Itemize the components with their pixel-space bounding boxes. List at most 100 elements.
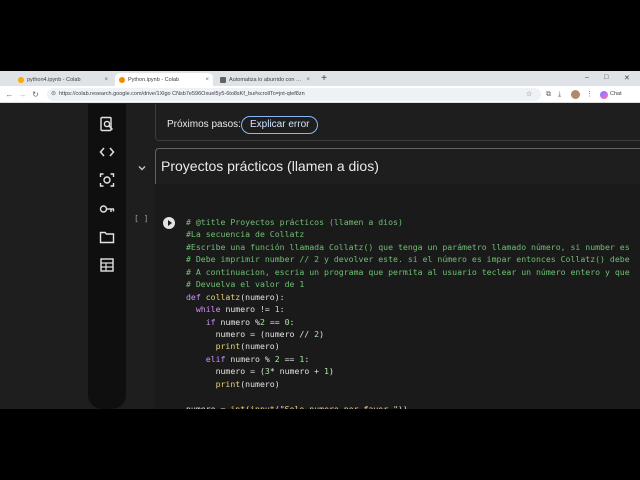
maximize-button[interactable]: □	[604, 74, 608, 81]
code-line[interactable]	[186, 390, 640, 402]
code-token: print	[215, 341, 241, 352]
code-line[interactable]: while numero != 1:	[186, 303, 640, 315]
code-token: ==	[279, 353, 300, 364]
search-code-icon[interactable]	[99, 116, 115, 132]
address-bar[interactable]: ⊜ https://colab.research.google.com/driv…	[47, 88, 541, 101]
new-tab-button[interactable]: +	[318, 73, 330, 85]
code-line[interactable]: # Devuelva el valor de 1	[186, 278, 640, 290]
colab-favicon-icon	[18, 76, 24, 83]
profile-avatar[interactable]	[571, 90, 580, 99]
chevron-down-icon[interactable]	[137, 160, 147, 171]
run-cell-button[interactable]	[163, 217, 175, 229]
code-token: #Escribe una función llamada Collatz() q…	[186, 241, 630, 252]
cell-execution-count: [ ]	[134, 214, 149, 223]
site-info-icon[interactable]: ⊜	[51, 88, 56, 101]
code-brackets-icon[interactable]	[99, 144, 115, 160]
code-token: if	[205, 316, 221, 327]
colab-app: Próximos pasos: Explicar error Proyectos…	[0, 104, 640, 409]
tab-label: python4.ipynb - Colab	[27, 76, 81, 83]
bookmark-star-icon[interactable]: ☆	[526, 90, 532, 99]
code-token: def	[186, 291, 206, 302]
minimize-button[interactable]: –	[585, 74, 589, 81]
extensions-icon[interactable]: ⧉	[546, 90, 551, 99]
code-token: # Debe imprimir number // 2 y devolver e…	[186, 254, 630, 265]
colab-favicon-icon	[119, 76, 125, 83]
code-token: (numero)	[240, 341, 280, 352]
code-token: numero %	[230, 353, 275, 364]
close-tab-icon[interactable]: ×	[306, 77, 310, 83]
code-token: :	[289, 316, 295, 327]
downloads-icon[interactable]: ⤓	[558, 90, 561, 99]
section-header[interactable]: Proyectos prácticos (llamen a dios)	[127, 148, 640, 409]
url-text: https://colab.research.google.com/drive/…	[59, 91, 305, 97]
browser-tab-active[interactable]: Python.ipynb - Colab ×	[115, 73, 213, 86]
code-line[interactable]: if numero %2 == 0:	[186, 316, 640, 328]
browser-tab[interactable]: python4.ipynb - Colab ×	[14, 73, 112, 86]
browser-tab[interactable]: Automatiza lo aburrido con Pytho ×	[216, 73, 314, 86]
code-line[interactable]: # @title Proyectos prácticos (llamen a d…	[186, 216, 640, 228]
code-cell[interactable]: # @title Proyectos prácticos (llamen a d…	[155, 184, 640, 409]
table-icon[interactable]	[99, 257, 115, 273]
code-token: #La secuencia de Collatz	[186, 229, 305, 240]
code-token: "Solo numero por favor "	[279, 403, 399, 409]
left-rail	[0, 104, 88, 409]
code-token: print	[215, 378, 241, 389]
notebook-area: Próximos pasos: Explicar error Proyectos…	[127, 104, 640, 409]
close-tab-icon[interactable]: ×	[205, 77, 209, 83]
code-token: numero %	[220, 316, 260, 327]
browser-tab-strip: python4.ipynb - Colab × Python.ipynb - C…	[0, 71, 640, 86]
colab-sidebar	[88, 104, 126, 409]
code-token: )	[328, 366, 334, 377]
code-token: collatz	[205, 291, 241, 302]
code-token: # @title Proyectos prácticos (llamen a d…	[186, 217, 403, 227]
code-line[interactable]: print(numero)	[186, 378, 640, 390]
next-steps-bar: Próximos pasos: Explicar error	[155, 104, 640, 141]
book-favicon-icon	[220, 76, 226, 83]
folder-icon[interactable]	[99, 229, 115, 245]
code-token: int	[230, 403, 246, 409]
key-icon[interactable]	[99, 201, 115, 217]
code-line[interactable]: #Escribe una función llamada Collatz() q…	[186, 241, 640, 253]
code-line[interactable]: # Debe imprimir number // 2 y devolver e…	[186, 253, 640, 265]
code-token: (numero):	[240, 291, 285, 302]
explain-error-button[interactable]: Explicar error	[241, 116, 319, 134]
code-line[interactable]: def collatz(numero):	[186, 291, 640, 303]
code-line[interactable]: numero = (numero // 2)	[186, 328, 640, 340]
code-line[interactable]: elif numero % 2 == 1:	[186, 353, 640, 365]
chat-label: Chat	[610, 91, 622, 97]
next-steps-label: Próximos pasos:	[167, 119, 241, 130]
code-token: input	[250, 403, 275, 409]
chat-button[interactable]: Chat	[600, 89, 622, 100]
close-tab-icon[interactable]: ×	[104, 77, 108, 83]
code-editor[interactable]: # @title Proyectos prácticos (llamen a d…	[186, 216, 640, 409]
code-token: numero = (numero //	[186, 328, 315, 339]
code-line[interactable]: numero = (3* numero + 1)	[186, 365, 640, 377]
close-window-button[interactable]: ✕	[624, 74, 630, 82]
variables-icon[interactable]	[99, 172, 115, 188]
code-line[interactable]: # A continuacion, escria un programa que…	[186, 266, 640, 278]
screen: python4.ipynb - Colab × Python.ipynb - C…	[0, 71, 640, 409]
reload-icon[interactable]: ↻	[30, 89, 41, 100]
code-token: numero = (	[186, 366, 265, 377]
code-line[interactable]: numero = int(input("Solo numero por favo…	[186, 403, 640, 409]
code-token: while	[195, 304, 226, 315]
copilot-icon	[600, 90, 608, 99]
code-token: ==	[264, 316, 285, 327]
menu-kebab-icon[interactable]: ⋮	[586, 90, 593, 99]
code-token: :	[304, 353, 310, 364]
code-token: :	[279, 304, 285, 315]
code-token: (numero)	[240, 378, 280, 389]
code-line[interactable]: print(numero)	[186, 340, 640, 352]
code-token: # A continuacion, escria un programa que…	[186, 266, 630, 277]
section-title: Proyectos prácticos (llamen a dios)	[161, 158, 379, 174]
tab-label: Automatiza lo aburrido con Pytho	[229, 76, 304, 83]
forward-arrow-icon[interactable]: →	[17, 89, 28, 100]
code-token: numero =	[186, 403, 231, 409]
code-line[interactable]: #La secuencia de Collatz	[186, 228, 640, 240]
back-arrow-icon[interactable]: ←	[4, 89, 15, 100]
